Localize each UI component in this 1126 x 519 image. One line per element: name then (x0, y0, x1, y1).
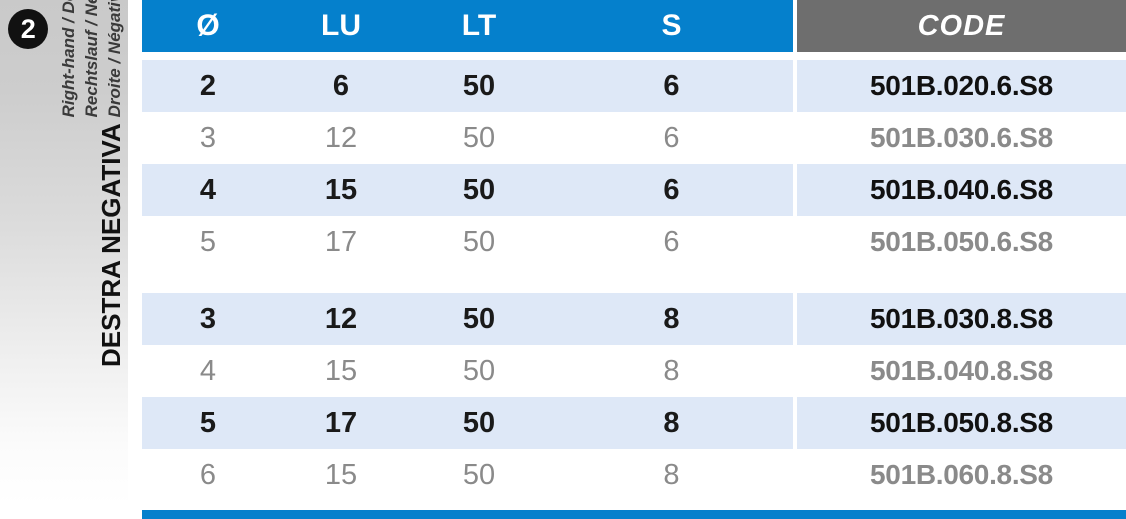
table-group-shank-8: 3 12 50 8 501B.030.8.S8 4 15 50 8 501B.0… (142, 293, 1126, 501)
table-group-shank-6: 2 6 50 6 501B.020.6.S8 3 12 50 6 501B.03… (142, 60, 1126, 268)
cell-lt: 50 (408, 164, 550, 216)
header-s: S (550, 0, 793, 52)
spec-table: Ø LU LT S CODE 2 6 50 6 501B.020.6.S8 3 … (142, 0, 1126, 519)
cell-lt: 50 (408, 449, 550, 501)
table-row[interactable]: 3 12 50 8 501B.030.8.S8 (142, 293, 1126, 345)
cell-code: 501B.030.8.S8 (797, 293, 1126, 345)
cell-s: 6 (550, 112, 793, 164)
cell-lt: 50 (408, 112, 550, 164)
section-subtitle-en: Right-hand / Down-cut (59, 0, 78, 118)
table-row[interactable]: 5 17 50 6 501B.050.6.S8 (142, 216, 1126, 268)
cell-lu: 12 (274, 112, 408, 164)
cell-diameter: 3 (142, 112, 274, 164)
cell-lu: 15 (274, 164, 408, 216)
cell-code: 501B.050.8.S8 (797, 397, 1126, 449)
cell-lt: 50 (408, 60, 550, 112)
cell-diameter: 4 (142, 345, 274, 397)
cell-s: 8 (550, 397, 793, 449)
cell-diameter: 6 (142, 449, 274, 501)
table-bottom-rule (142, 510, 1126, 519)
side-label-panel: 2 DESTRA NEGATIVA Right-hand / Down-cut … (0, 0, 128, 505)
cell-lt: 50 (408, 345, 550, 397)
group-separator (142, 268, 1126, 293)
cell-lu: 17 (274, 216, 408, 268)
cell-s: 6 (550, 216, 793, 268)
cell-s: 8 (550, 293, 793, 345)
header-code: CODE (797, 0, 1126, 52)
section-number-badge: 2 (8, 9, 48, 49)
section-subtitle-de: Rechtslauf / Negative (82, 0, 101, 118)
cell-s: 6 (550, 164, 793, 216)
table-row[interactable]: 4 15 50 6 501B.040.6.S8 (142, 164, 1126, 216)
table-row[interactable]: 6 15 50 8 501B.060.8.S8 (142, 449, 1126, 501)
cell-s: 6 (550, 60, 793, 112)
cell-code: 501B.060.8.S8 (797, 449, 1126, 501)
cell-code: 501B.040.6.S8 (797, 164, 1126, 216)
cell-lt: 50 (408, 216, 550, 268)
cell-s: 8 (550, 449, 793, 501)
cell-lt: 50 (408, 293, 550, 345)
table-row[interactable]: 3 12 50 6 501B.030.6.S8 (142, 112, 1126, 164)
cell-lu: 15 (274, 449, 408, 501)
product-spec-table-sheet: 2 DESTRA NEGATIVA Right-hand / Down-cut … (0, 0, 1126, 519)
cell-diameter: 3 (142, 293, 274, 345)
cell-code: 501B.040.8.S8 (797, 345, 1126, 397)
table-row[interactable]: 4 15 50 8 501B.040.8.S8 (142, 345, 1126, 397)
section-subtitle-fr: Droite / Négatives (105, 0, 124, 118)
header-diameter: Ø (142, 0, 274, 52)
cell-diameter: 4 (142, 164, 274, 216)
table-row[interactable]: 5 17 50 8 501B.050.8.S8 (142, 397, 1126, 449)
cell-lu: 15 (274, 345, 408, 397)
cell-lt: 50 (408, 397, 550, 449)
vertical-label-group: DESTRA NEGATIVA Right-hand / Down-cut Re… (0, 0, 128, 377)
section-title: DESTRA NEGATIVA (96, 123, 126, 367)
cell-code: 501B.050.6.S8 (797, 216, 1126, 268)
cell-lu: 6 (274, 60, 408, 112)
cell-lu: 12 (274, 293, 408, 345)
table-row[interactable]: 2 6 50 6 501B.020.6.S8 (142, 60, 1126, 112)
cell-diameter: 5 (142, 397, 274, 449)
cell-code: 501B.030.6.S8 (797, 112, 1126, 164)
cell-diameter: 5 (142, 216, 274, 268)
header-lu: LU (274, 0, 408, 52)
header-lt: LT (408, 0, 550, 52)
cell-code: 501B.020.6.S8 (797, 60, 1126, 112)
table-header-row: Ø LU LT S CODE (142, 0, 1126, 52)
cell-s: 8 (550, 345, 793, 397)
cell-lu: 17 (274, 397, 408, 449)
cell-diameter: 2 (142, 60, 274, 112)
